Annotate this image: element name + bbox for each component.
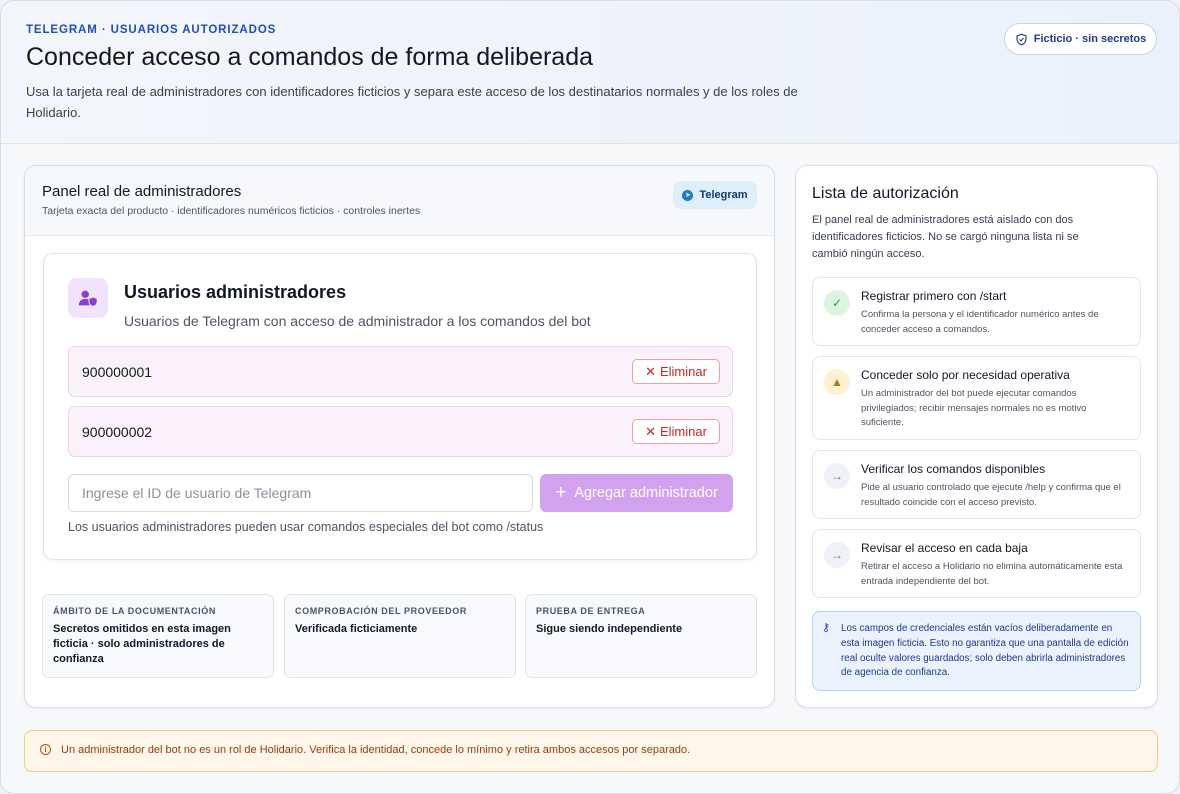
- close-icon: ✕: [645, 423, 656, 439]
- user-shield-icon: [68, 278, 108, 318]
- arrow-right-icon: →: [824, 463, 850, 489]
- stat-provider-check: COMPROBACIÓN DEL PROVEEDOR Verificada fi…: [284, 594, 516, 678]
- step-description: Pide al usuario controlado que ejecute /…: [861, 482, 1121, 508]
- arrow-right-icon: →: [824, 542, 850, 568]
- admin-row: 900000001 ✕ Eliminar: [68, 346, 733, 397]
- banner-text: Un administrador del bot no es un rol de…: [61, 744, 691, 756]
- admin-id: 900000001: [82, 364, 153, 380]
- page-header: TELEGRAM · USUARIOS AUTORIZADOS Conceder…: [1, 1, 1179, 144]
- step-description: Confirma la persona y el identificador n…: [861, 309, 1099, 335]
- warning-icon: ▲: [824, 369, 850, 395]
- admin-users-panel: Usuarios administradores Usuarios de Tel…: [43, 253, 757, 560]
- panel-subtitle: Usuarios de Telegram con acceso de admin…: [124, 313, 591, 329]
- remove-label: Eliminar: [659, 364, 707, 379]
- admin-id: 900000002: [82, 424, 153, 440]
- checklist-subtitle: El panel real de administradores está ai…: [812, 214, 1079, 260]
- step-title: Revisar el acceso en cada baja: [861, 541, 1028, 555]
- remove-admin-button[interactable]: ✕ Eliminar: [632, 419, 720, 444]
- step-title: Conceder solo por necesidad operativa: [861, 368, 1070, 382]
- badge-label: Ficticio · sin secretos: [1033, 33, 1147, 45]
- key-icon: ⚷: [822, 622, 831, 634]
- check-icon: ✓: [824, 290, 850, 316]
- card-header: Panel real de administradores Tarjeta ex…: [25, 166, 774, 236]
- info-icon: i: [40, 744, 51, 755]
- telegram-id-input[interactable]: [68, 474, 533, 512]
- admin-panel-card: Panel real de administradores Tarjeta ex…: [24, 165, 775, 708]
- stat-label: PRUEBA DE ENTREGA: [536, 606, 646, 616]
- checklist-step-register: ✓ Registrar primero con /start Confirma …: [812, 277, 1141, 346]
- telegram-tag-label: Telegram: [699, 189, 748, 201]
- close-icon: ✕: [645, 363, 656, 379]
- fictitious-badge: Ficticio · sin secretos: [1004, 23, 1157, 55]
- card-subtitle: Tarjeta exacta del producto · identifica…: [42, 205, 421, 217]
- stat-value: Secretos omitidos en esta imagen fictici…: [53, 623, 231, 665]
- credentials-note: ⚷ Los campos de credenciales están vacío…: [812, 611, 1141, 691]
- remove-admin-button[interactable]: ✕ Eliminar: [632, 359, 720, 384]
- stat-label: COMPROBACIÓN DEL PROVEEDOR: [295, 606, 467, 616]
- step-title: Registrar primero con /start: [861, 289, 1007, 303]
- eyebrow: TELEGRAM · USUARIOS AUTORIZADOS: [26, 24, 277, 36]
- add-admin-label: Agregar administrador: [574, 485, 718, 501]
- stat-label: ÁMBITO DE LA DOCUMENTACIÓN: [53, 606, 216, 616]
- note-text: Los campos de credenciales están vacíos …: [841, 623, 1129, 679]
- telegram-tag: ➤ Telegram: [673, 181, 757, 209]
- add-admin-button[interactable]: + Agregar administrador: [540, 474, 733, 512]
- plus-icon: +: [555, 481, 567, 503]
- app-window: TELEGRAM · USUARIOS AUTORIZADOS Conceder…: [0, 0, 1180, 794]
- card-title: Panel real de administradores: [42, 183, 242, 200]
- admin-row: 900000002 ✕ Eliminar: [68, 406, 733, 457]
- shield-icon: [1016, 33, 1027, 45]
- checklist-title: Lista de autorización: [812, 185, 959, 202]
- step-description: Un administrador del bot puede ejecutar …: [861, 388, 1087, 428]
- checklist-step-review: → Revisar el acceso en cada baja Retirar…: [812, 529, 1141, 598]
- telegram-icon: ➤: [682, 189, 694, 201]
- stat-delivery-test: PRUEBA DE ENTREGA Sigue siendo independi…: [525, 594, 757, 678]
- page-title: Conceder acceso a comandos de forma deli…: [26, 43, 594, 71]
- warning-banner: i Un administrador del bot no es un rol …: [24, 730, 1158, 772]
- step-title: Verificar los comandos disponibles: [861, 462, 1046, 476]
- panel-hint: Los usuarios administradores pueden usar…: [68, 520, 544, 534]
- checklist-step-verify: → Verificar los comandos disponibles Pid…: [812, 450, 1141, 519]
- authorization-checklist-card: Lista de autorización El panel real de a…: [795, 165, 1158, 708]
- page-subtitle: Usa la tarjeta real de administradores c…: [26, 84, 798, 120]
- stat-value: Sigue siendo independiente: [536, 623, 683, 635]
- stat-documentation-scope: ÁMBITO DE LA DOCUMENTACIÓN Secretos omit…: [42, 594, 274, 678]
- remove-label: Eliminar: [659, 424, 707, 439]
- checklist-step-grant: ▲ Conceder solo por necesidad operativa …: [812, 356, 1141, 440]
- panel-title: Usuarios administradores: [124, 282, 347, 302]
- step-description: Retirar el acceso a Holidario no elimina…: [861, 561, 1123, 587]
- stat-value: Verificada ficticiamente: [295, 623, 418, 635]
